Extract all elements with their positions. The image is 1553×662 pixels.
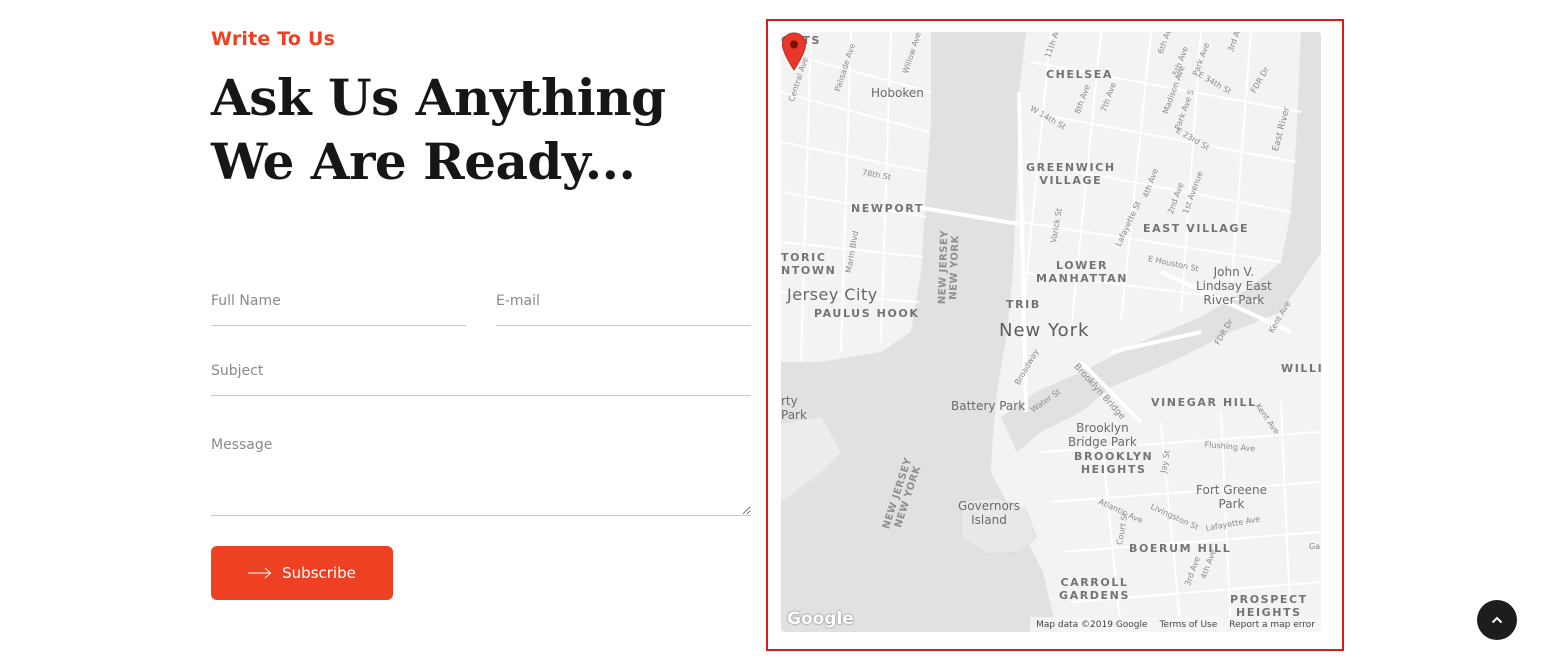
section-eyebrow: Write To Us bbox=[211, 28, 336, 50]
map-label-lower-manhattan: LOWER MANHATTAN bbox=[1036, 259, 1129, 285]
map-label-east-village: EAST VILLAGE bbox=[1143, 222, 1250, 235]
map-label-battery-park: Battery Park bbox=[951, 399, 1026, 413]
arrow-right-icon bbox=[248, 567, 272, 579]
headline-line-2: We Are Ready... bbox=[211, 132, 636, 191]
subscribe-button-label: Subscribe bbox=[282, 564, 356, 582]
map-label-john-v-lindsay: John V. Lindsay East River Park bbox=[1196, 265, 1272, 307]
headline-line-1: Ask Us Anything bbox=[211, 68, 666, 127]
map-data-text: Map data ©2019 Google bbox=[1036, 619, 1148, 630]
map-label-brooklyn-heights: BROOKLYN HEIGHTS bbox=[1074, 450, 1154, 476]
map-label-chelsea: CHELSEA bbox=[1046, 68, 1113, 81]
map-label-hoboken: Hoboken bbox=[871, 86, 924, 100]
full-name-field[interactable] bbox=[211, 285, 466, 326]
map-label-brooklyn-bridge-park: Brooklyn Bridge Park bbox=[1068, 421, 1137, 449]
map-label-prospect-heights: PROSPECT HEIGHTS bbox=[1230, 593, 1308, 619]
map-label-paulus-hook: PAULUS HOOK bbox=[814, 307, 920, 320]
map-attribution: Map data ©2019 Google Terms of Use Repor… bbox=[1030, 617, 1321, 632]
map-frame: GHTS CHELSEA Hoboken GREENWICH VILLAGE N… bbox=[766, 19, 1344, 651]
map-label-nj-ny-border-1: NEW JERSEY NEW YORK bbox=[937, 229, 962, 305]
map-label-greenwich-village: GREENWICH VILLAGE bbox=[1026, 161, 1116, 187]
map-label-newport: NEWPORT bbox=[851, 202, 924, 215]
email-field[interactable] bbox=[496, 285, 751, 326]
back-to-top-button[interactable] bbox=[1477, 600, 1517, 640]
map-label-historic-downtown: TORIC NTOWN bbox=[781, 251, 837, 277]
map-label-vinegar-hill: VINEGAR HILL bbox=[1151, 396, 1257, 409]
map-label-liberty-park: rty Park bbox=[781, 394, 807, 422]
page-title: Ask Us Anything We Are Ready... bbox=[211, 66, 666, 194]
map-pin-icon[interactable] bbox=[781, 32, 807, 72]
map-label-governors-island: Governors Island bbox=[958, 499, 1020, 527]
map-label-williamsburg: WILLI bbox=[1281, 362, 1321, 375]
report-map-error-link[interactable]: Report a map error bbox=[1229, 620, 1315, 630]
map-label-carroll-gardens: CARROLL GARDENS bbox=[1059, 576, 1130, 602]
google-logo[interactable]: Google bbox=[787, 609, 854, 629]
street-ga: Ga bbox=[1309, 542, 1321, 551]
map-label-jersey-city: Jersey City bbox=[787, 285, 878, 304]
message-field[interactable] bbox=[211, 437, 751, 516]
map-label-fort-greene-park: Fort Greene Park bbox=[1196, 483, 1267, 511]
subscribe-button[interactable]: Subscribe bbox=[211, 546, 393, 600]
map-label-new-york: New York bbox=[999, 320, 1090, 341]
chevron-up-icon bbox=[1491, 616, 1503, 624]
map[interactable]: GHTS CHELSEA Hoboken GREENWICH VILLAGE N… bbox=[781, 32, 1321, 632]
terms-of-use-link[interactable]: Terms of Use bbox=[1160, 620, 1218, 630]
subject-field[interactable] bbox=[211, 355, 751, 396]
map-label-tribeca: TRIB bbox=[1006, 298, 1041, 311]
